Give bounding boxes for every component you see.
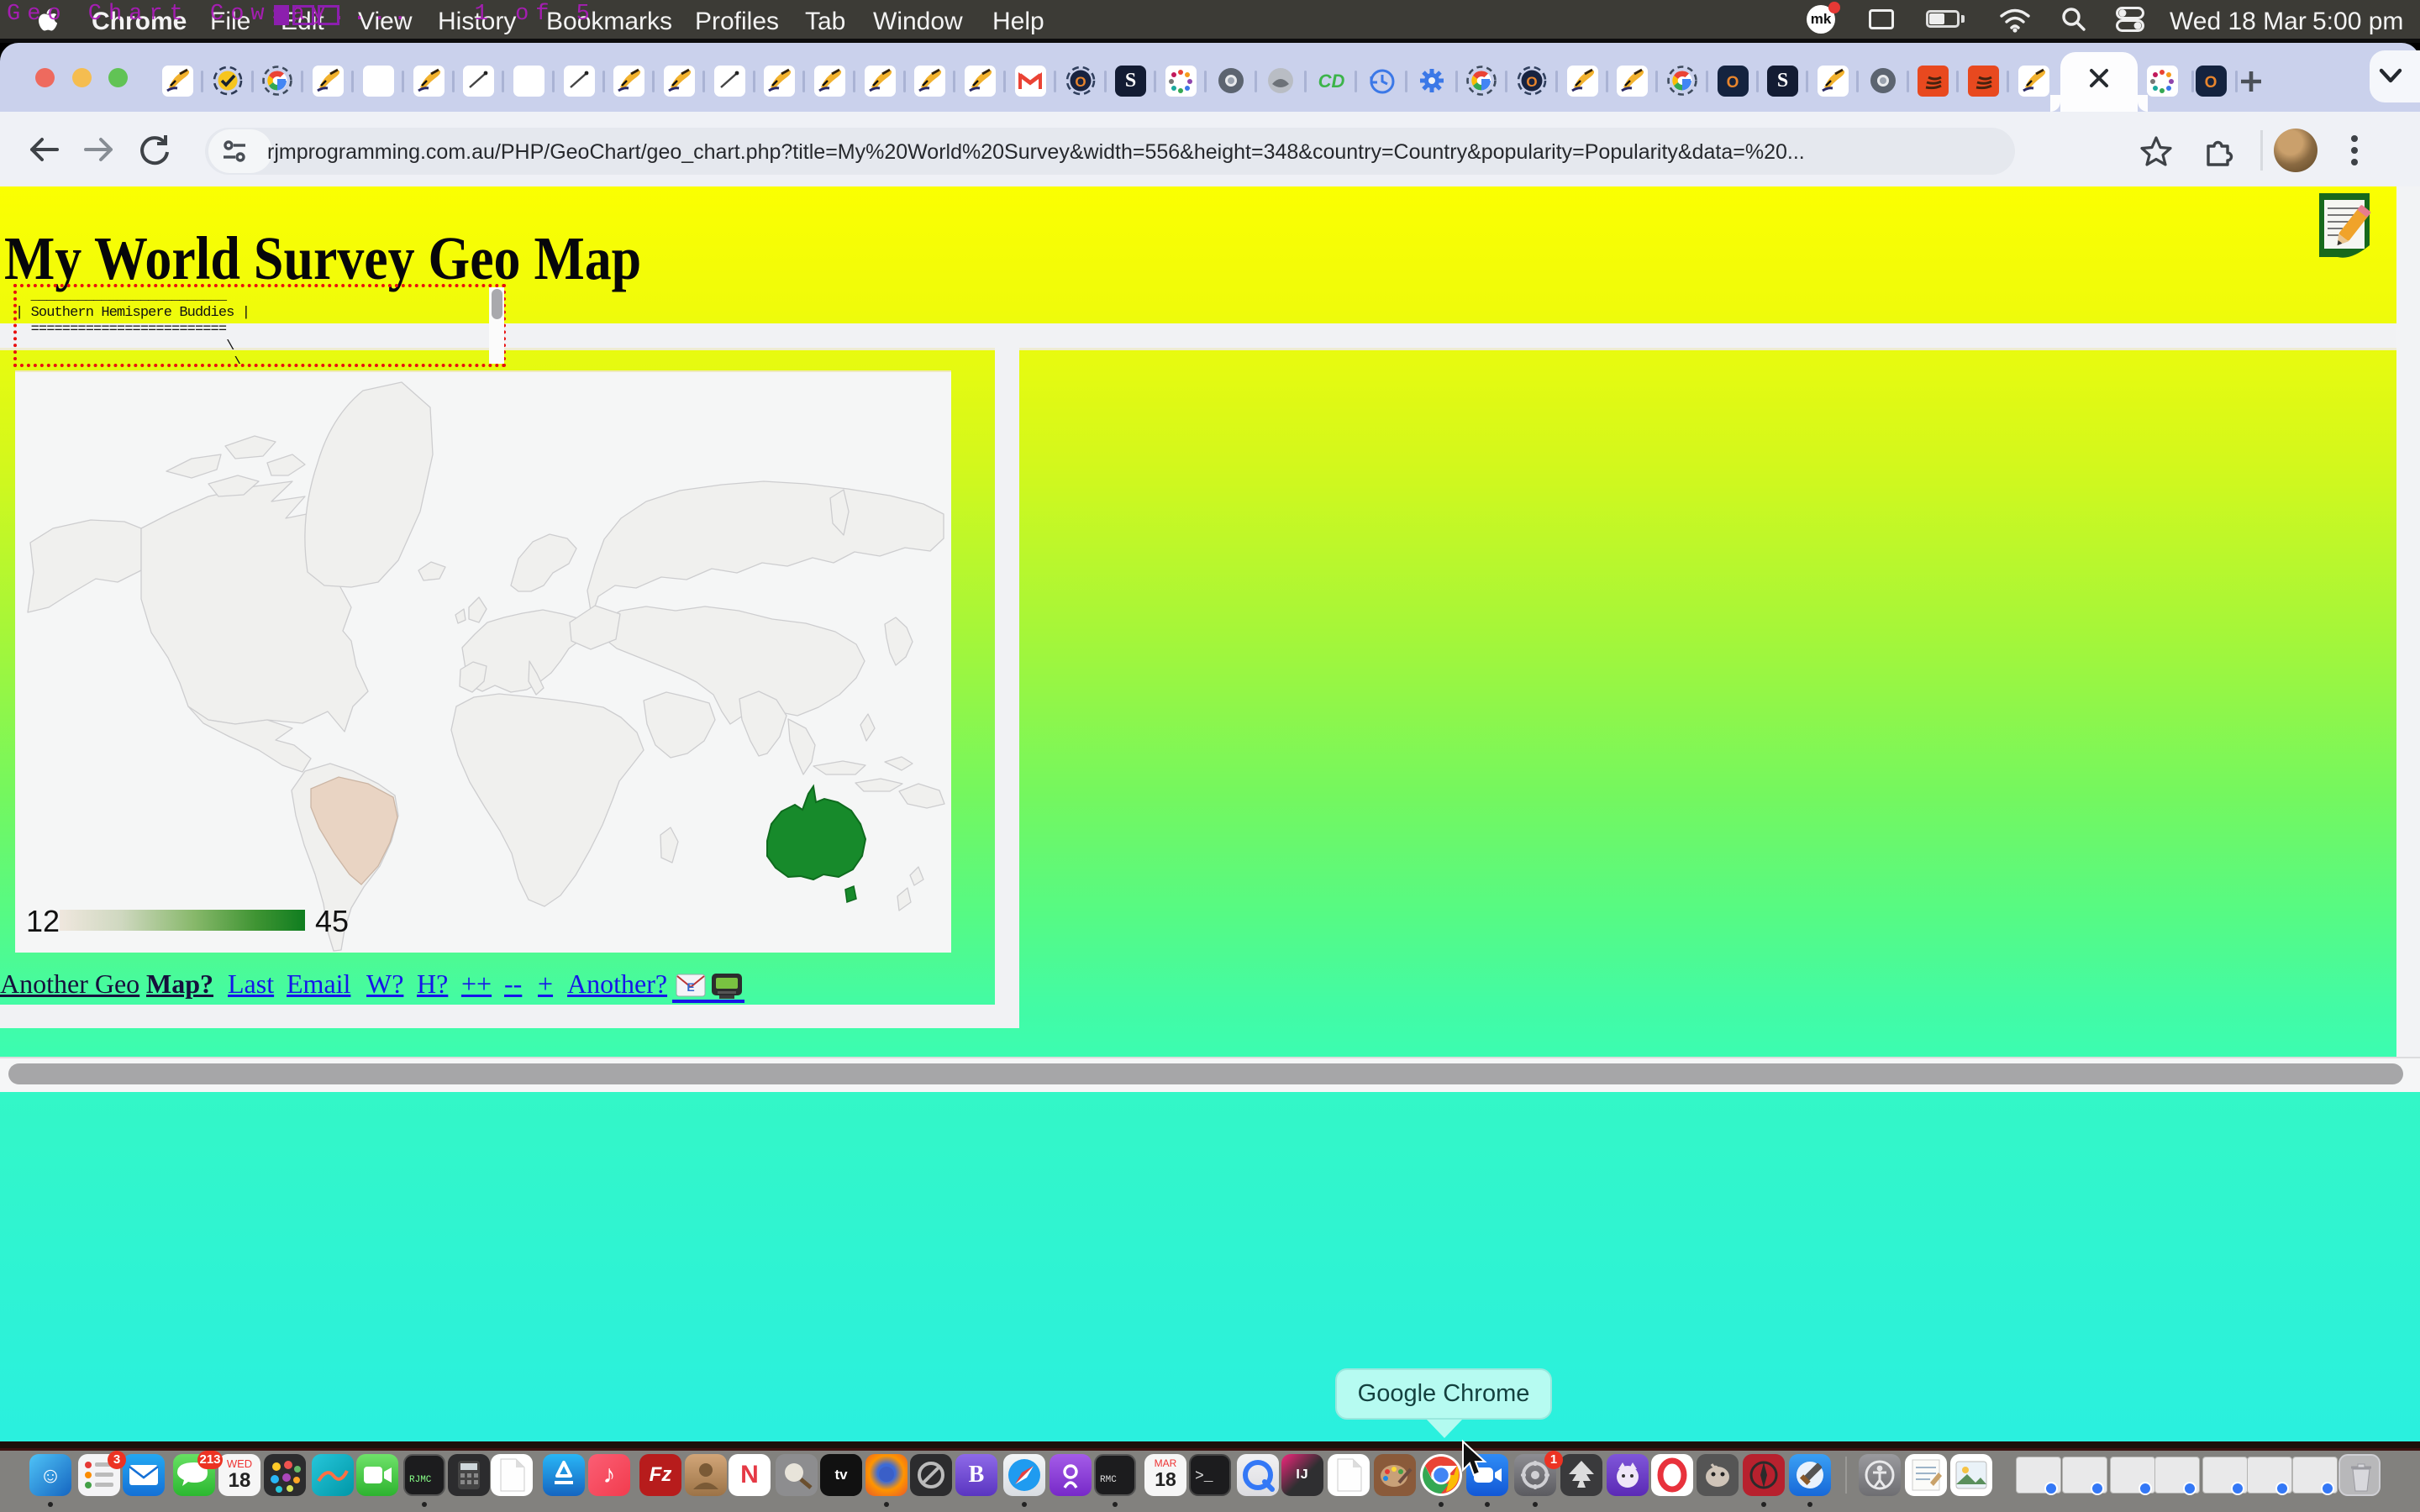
svg-text:O: O	[1075, 74, 1086, 90]
svg-text:E: E	[687, 980, 694, 994]
svg-text:O: O	[2205, 74, 2217, 92]
svg-text:O: O	[1727, 74, 1739, 92]
svg-text:O: O	[1526, 74, 1537, 90]
